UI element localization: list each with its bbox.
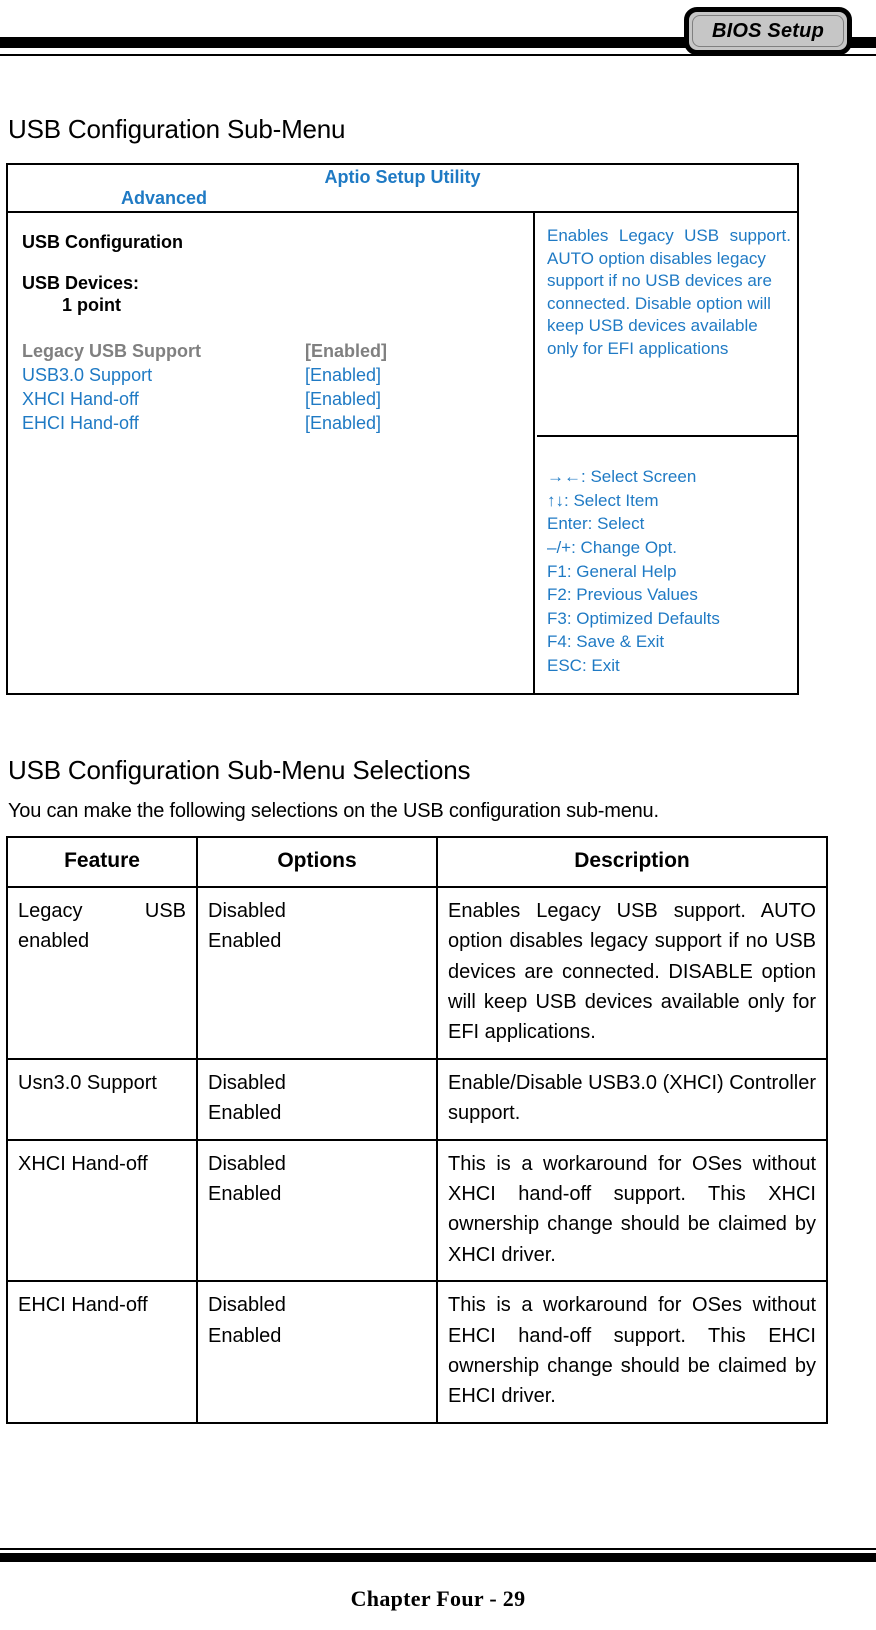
help-line-2: AUTO option disables legacy support if n… xyxy=(547,248,772,359)
bios-body: USB Configuration USB Devices: 1 point L… xyxy=(8,213,799,695)
nav-key-general-help: F1: General Help xyxy=(547,561,677,581)
option-label: USB3.0 Support xyxy=(22,364,153,385)
selections-table: Feature Options Description Legacy USB e… xyxy=(6,836,828,1424)
cell-feature: Usn3.0 Support xyxy=(6,1057,198,1141)
cell-feature: Legacy USB enabled xyxy=(6,885,198,1060)
footer-rule-thin xyxy=(0,1548,876,1550)
bios-setup-badge: BIOS Setup xyxy=(684,7,852,55)
option-value[interactable]: [Enabled] xyxy=(305,363,381,387)
nav-key-select-screen: →←: Select Screen xyxy=(547,467,697,486)
option-value[interactable]: [Enabled] xyxy=(305,339,387,363)
cell-description: Enables Legacy USB support. AUTO option … xyxy=(436,885,828,1060)
column-header-feature: Feature xyxy=(6,836,198,888)
help-line-1: Enables Legacy USB support. xyxy=(547,226,791,245)
usb-devices-label: USB Devices: xyxy=(22,272,140,293)
bios-option-ehci-hand-off[interactable]: EHCI Hand-off [Enabled] xyxy=(22,411,533,435)
usb-configuration-title: USB Configuration xyxy=(22,232,183,252)
column-header-options: Options xyxy=(196,836,438,888)
option-enabled: Enabled xyxy=(208,1183,282,1206)
nav-key-esc-exit: ESC: Exit xyxy=(547,656,620,675)
table-header-row: Feature Options Description xyxy=(6,836,828,888)
page-number: Chapter Four - 29 xyxy=(350,1586,526,1611)
bios-option-usb30-support[interactable]: USB3.0 Support [Enabled] xyxy=(22,363,533,387)
nav-key-select-item: ↑↓: Select Item xyxy=(547,490,659,510)
option-value[interactable]: [Enabled] xyxy=(305,411,381,435)
bios-utility-title: Aptio Setup Utility xyxy=(324,167,481,187)
selections-intro: You can make the following selections on… xyxy=(8,800,659,822)
table-row: EHCI Hand-off Disabled Enabled This is a… xyxy=(6,1280,828,1424)
bios-screen-panel: Aptio Setup Utility Advanced USB Configu… xyxy=(6,163,799,695)
usb-devices-value: 1 point xyxy=(62,295,121,315)
option-disabled: Disabled xyxy=(208,1071,286,1094)
cell-description: Enable/Disable USB3.0 (XHCI) Controller … xyxy=(436,1057,828,1141)
option-disabled: Disabled xyxy=(208,1152,286,1175)
bios-option-xhci-hand-off[interactable]: XHCI Hand-off [Enabled] xyxy=(22,387,533,411)
cell-options: Disabled Enabled xyxy=(196,1057,438,1141)
bios-side-pane: Enables Legacy USB support. AUTO option … xyxy=(537,213,799,695)
badge-label: BIOS Setup xyxy=(711,19,824,42)
table-row: Usn3.0 Support Disabled Enabled Enable/D… xyxy=(6,1057,828,1141)
page-title: USB Configuration Sub-Menu xyxy=(8,114,346,144)
bios-nav-keys-box: →←: Select Screen ↑↓: Select Item Enter:… xyxy=(537,437,799,695)
option-enabled: Enabled xyxy=(208,1324,282,1347)
selections-title: USB Configuration Sub-Menu Selections xyxy=(8,755,471,785)
option-label: Legacy USB Support xyxy=(22,340,202,361)
nav-key-save-exit: F4: Save & Exit xyxy=(547,632,665,652)
table-row: Legacy USB enabled Disabled Enabled Enab… xyxy=(6,885,828,1060)
cell-description: This is a workaround for OSes without EH… xyxy=(436,1280,828,1424)
bios-option-legacy-usb-support[interactable]: Legacy USB Support [Enabled] xyxy=(22,339,533,363)
footer-rule-thick xyxy=(0,1553,876,1562)
nav-key-enter-select: Enter: Select xyxy=(547,514,645,534)
option-disabled: Disabled xyxy=(208,1294,286,1317)
nav-key-optimized-defaults: F3: Optimized Defaults xyxy=(547,608,720,628)
cell-options: Disabled Enabled xyxy=(196,1280,438,1424)
cell-feature: EHCI Hand-off xyxy=(6,1280,198,1424)
option-value[interactable]: [Enabled] xyxy=(305,387,381,411)
bios-option-list: Legacy USB Support [Enabled] USB3.0 Supp… xyxy=(22,339,533,435)
nav-key-change-opt: –/+: Change Opt. xyxy=(547,537,677,557)
bios-titlebar: Aptio Setup Utility Advanced xyxy=(8,165,797,213)
column-header-description: Description xyxy=(436,836,828,888)
option-enabled: Enabled xyxy=(208,930,282,953)
table-row: XHCI Hand-off Disabled Enabled This is a… xyxy=(6,1138,828,1283)
bios-help-box: Enables Legacy USB support. AUTO option … xyxy=(537,213,799,437)
nav-key-previous-values: F2: Previous Values xyxy=(547,585,698,605)
bios-settings-pane: USB Configuration USB Devices: 1 point L… xyxy=(8,213,535,695)
page-header: BIOS Setup xyxy=(0,0,876,80)
cell-description: This is a workaround for OSes without XH… xyxy=(436,1138,828,1283)
option-enabled: Enabled xyxy=(208,1102,282,1125)
option-disabled: Disabled xyxy=(208,899,286,922)
cell-feature: XHCI Hand-off xyxy=(6,1138,198,1283)
cell-options: Disabled Enabled xyxy=(196,885,438,1060)
option-label: EHCI Hand-off xyxy=(22,412,139,433)
tab-advanced[interactable]: Advanced xyxy=(121,188,207,209)
cell-options: Disabled Enabled xyxy=(196,1138,438,1283)
option-label: XHCI Hand-off xyxy=(22,388,139,409)
